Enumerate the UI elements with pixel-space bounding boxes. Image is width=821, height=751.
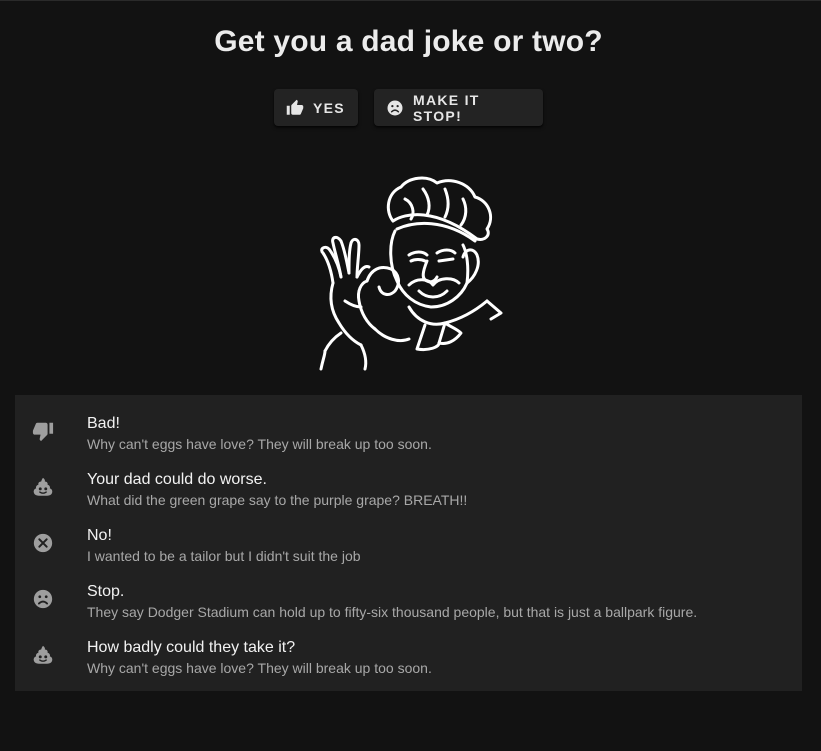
yes-button-label: YES [313, 99, 345, 116]
joke-text: I wanted to be a tailor but I didn't sui… [87, 548, 361, 564]
list-item[interactable]: Bad! Why can't eggs have love? They will… [15, 403, 802, 459]
sad-face-icon [386, 99, 404, 117]
make-it-stop-button[interactable]: MAKE IT STOP! [374, 89, 543, 126]
cancel-icon [31, 531, 55, 555]
list-item[interactable]: How badly could they take it? Why can't … [15, 627, 802, 683]
joke-list: Bad! Why can't eggs have love? They will… [15, 395, 802, 691]
chef-kiss-icon [319, 176, 503, 371]
poop-icon [31, 475, 55, 499]
joke-title: Bad! [87, 415, 120, 432]
sad-face-icon [31, 587, 55, 611]
joke-text: Why can't eggs have love? They will brea… [87, 436, 432, 452]
joke-title: No! [87, 527, 112, 544]
joke-title: Stop. [87, 583, 125, 600]
action-buttons: YES MAKE IT STOP! [0, 89, 817, 126]
make-it-stop-button-label: MAKE IT STOP! [413, 91, 480, 124]
joke-text: What did the green grape say to the purp… [87, 492, 468, 508]
poop-icon [31, 643, 55, 667]
list-item[interactable]: Your dad could do worse. What did the gr… [15, 459, 802, 515]
yes-button[interactable]: YES [274, 89, 358, 126]
joke-text: Why can't eggs have love? They will brea… [87, 660, 432, 676]
joke-title: Your dad could do worse. [87, 471, 267, 488]
joke-title: How badly could they take it? [87, 639, 296, 656]
joke-text: They say Dodger Stadium can hold up to f… [87, 604, 698, 620]
thumb-up-icon [286, 99, 304, 117]
thumb-down-icon [31, 419, 55, 443]
list-item[interactable]: Stop. They say Dodger Stadium can hold u… [15, 571, 802, 627]
app-page: Get you a dad joke or two? YES MAKE IT S… [0, 0, 821, 751]
page-title: Get you a dad joke or two? [214, 25, 603, 58]
list-item[interactable]: No! I wanted to be a tailor but I didn't… [15, 515, 802, 571]
